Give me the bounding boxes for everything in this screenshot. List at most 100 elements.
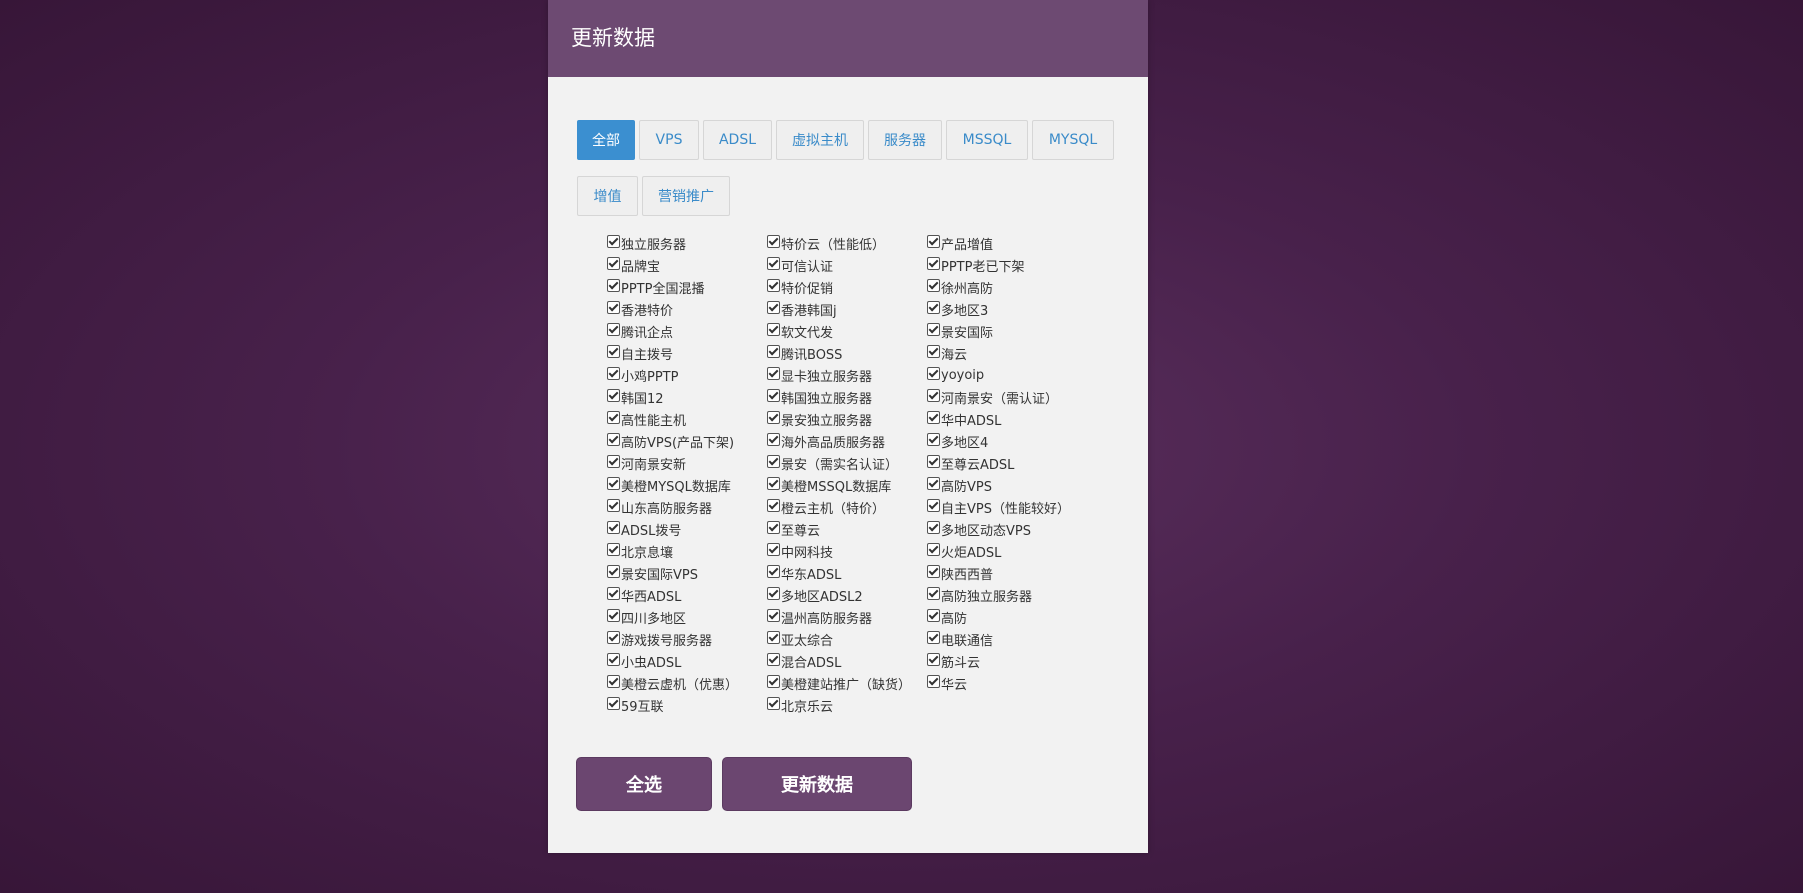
checkbox-checked-icon[interactable] (927, 476, 940, 490)
checkbox-item[interactable]: 陕西西普 (927, 562, 1107, 584)
checkbox-checked-icon[interactable] (927, 432, 940, 446)
checkbox-item[interactable]: 火炬ADSL (927, 540, 1107, 562)
checkbox-checked-icon[interactable] (607, 564, 620, 578)
checkbox-checked-icon[interactable] (607, 454, 620, 468)
tab-value-added[interactable]: 增值 (577, 176, 638, 216)
checkbox-checked-icon[interactable] (607, 652, 620, 666)
checkbox-checked-icon[interactable] (927, 410, 940, 424)
tab-mysql[interactable]: MYSQL (1032, 120, 1114, 160)
checkbox-item[interactable]: 北京息壤 (607, 540, 767, 562)
checkbox-checked-icon[interactable] (607, 586, 620, 600)
checkbox-checked-icon[interactable] (767, 300, 780, 314)
checkbox-checked-icon[interactable] (767, 454, 780, 468)
checkbox-checked-icon[interactable] (927, 234, 940, 248)
checkbox-checked-icon[interactable] (767, 366, 780, 380)
checkbox-item[interactable]: 山东高防服务器 (607, 496, 767, 518)
checkbox-item[interactable]: 独立服务器 (607, 232, 767, 254)
checkbox-item[interactable]: 香港特价 (607, 298, 767, 320)
checkbox-item[interactable]: 特价促销 (767, 276, 927, 298)
checkbox-item[interactable]: 华云 (927, 672, 1107, 694)
checkbox-checked-icon[interactable] (927, 608, 940, 622)
checkbox-item[interactable]: 混合ADSL (767, 650, 927, 672)
checkbox-item[interactable]: 美橙MSSQL数据库 (767, 474, 927, 496)
checkbox-item[interactable]: 华西ADSL (607, 584, 767, 606)
checkbox-checked-icon[interactable] (927, 630, 940, 644)
checkbox-checked-icon[interactable] (607, 278, 620, 292)
checkbox-item[interactable]: 品牌宝 (607, 254, 767, 276)
checkbox-item[interactable]: ADSL拨号 (607, 518, 767, 540)
checkbox-item[interactable]: 橙云主机（特价） (767, 496, 927, 518)
checkbox-item[interactable]: 景安独立服务器 (767, 408, 927, 430)
checkbox-checked-icon[interactable] (607, 520, 620, 534)
checkbox-item[interactable]: 至尊云ADSL (927, 452, 1107, 474)
checkbox-item[interactable]: 美橙云虚机（优惠） (607, 672, 767, 694)
checkbox-item[interactable]: 徐州高防 (927, 276, 1107, 298)
checkbox-item[interactable]: 软文代发 (767, 320, 927, 342)
checkbox-item[interactable]: 高性能主机 (607, 408, 767, 430)
checkbox-checked-icon[interactable] (927, 564, 940, 578)
tab-all[interactable]: 全部 (577, 120, 635, 160)
checkbox-checked-icon[interactable] (927, 586, 940, 600)
checkbox-checked-icon[interactable] (607, 344, 620, 358)
checkbox-checked-icon[interactable] (607, 410, 620, 424)
checkbox-checked-icon[interactable] (607, 476, 620, 490)
checkbox-checked-icon[interactable] (927, 674, 940, 688)
checkbox-item[interactable]: 温州高防服务器 (767, 606, 927, 628)
checkbox-item[interactable]: yoyoip (927, 364, 1107, 386)
checkbox-checked-icon[interactable] (767, 586, 780, 600)
checkbox-item[interactable]: 河南景安（需认证） (927, 386, 1107, 408)
checkbox-item[interactable]: 多地区动态VPS (927, 518, 1107, 540)
checkbox-item[interactable]: 景安国际VPS (607, 562, 767, 584)
checkbox-checked-icon[interactable] (767, 564, 780, 578)
checkbox-checked-icon[interactable] (607, 322, 620, 336)
checkbox-item[interactable]: 小虫ADSL (607, 650, 767, 672)
checkbox-item[interactable]: 高防VPS (927, 474, 1107, 496)
checkbox-checked-icon[interactable] (927, 256, 940, 270)
checkbox-checked-icon[interactable] (927, 322, 940, 336)
tab-adsl[interactable]: ADSL (703, 120, 772, 160)
checkbox-checked-icon[interactable] (767, 498, 780, 512)
checkbox-item[interactable]: 华中ADSL (927, 408, 1107, 430)
checkbox-item[interactable]: 可信认证 (767, 254, 927, 276)
checkbox-item[interactable]: 景安国际 (927, 320, 1107, 342)
checkbox-item[interactable]: 多地区4 (927, 430, 1107, 452)
checkbox-item[interactable]: 中网科技 (767, 540, 927, 562)
checkbox-checked-icon[interactable] (767, 476, 780, 490)
checkbox-checked-icon[interactable] (607, 432, 620, 446)
checkbox-item[interactable]: 腾讯企点 (607, 320, 767, 342)
checkbox-item[interactable]: 显卡独立服务器 (767, 364, 927, 386)
checkbox-checked-icon[interactable] (927, 454, 940, 468)
checkbox-item[interactable]: 韩国12 (607, 386, 767, 408)
checkbox-checked-icon[interactable] (767, 234, 780, 248)
checkbox-checked-icon[interactable] (607, 256, 620, 270)
checkbox-item[interactable]: 高防 (927, 606, 1107, 628)
checkbox-item[interactable]: 小鸡PPTP (607, 364, 767, 386)
checkbox-checked-icon[interactable] (927, 388, 940, 402)
checkbox-checked-icon[interactable] (767, 388, 780, 402)
checkbox-item[interactable]: 高防VPS(产品下架) (607, 430, 767, 452)
checkbox-item[interactable]: 高防独立服务器 (927, 584, 1107, 606)
checkbox-item[interactable]: 海外高品质服务器 (767, 430, 927, 452)
checkbox-checked-icon[interactable] (767, 696, 780, 710)
checkbox-checked-icon[interactable] (767, 652, 780, 666)
select-all-button[interactable]: 全选 (576, 757, 712, 811)
checkbox-checked-icon[interactable] (607, 366, 620, 380)
checkbox-checked-icon[interactable] (927, 542, 940, 556)
checkbox-item[interactable]: 自主VPS（性能较好） (927, 496, 1107, 518)
tab-vps[interactable]: VPS (639, 120, 699, 160)
checkbox-checked-icon[interactable] (767, 322, 780, 336)
checkbox-item[interactable]: 游戏拨号服务器 (607, 628, 767, 650)
checkbox-checked-icon[interactable] (607, 300, 620, 314)
checkbox-checked-icon[interactable] (767, 410, 780, 424)
checkbox-item[interactable]: 美橙MYSQL数据库 (607, 474, 767, 496)
checkbox-checked-icon[interactable] (607, 234, 620, 248)
tab-virtual-host[interactable]: 虚拟主机 (776, 120, 864, 160)
checkbox-checked-icon[interactable] (767, 520, 780, 534)
checkbox-checked-icon[interactable] (927, 278, 940, 292)
checkbox-checked-icon[interactable] (927, 520, 940, 534)
checkbox-item[interactable]: 北京乐云 (767, 694, 927, 716)
checkbox-checked-icon[interactable] (607, 542, 620, 556)
checkbox-checked-icon[interactable] (767, 630, 780, 644)
checkbox-checked-icon[interactable] (607, 388, 620, 402)
checkbox-checked-icon[interactable] (767, 432, 780, 446)
